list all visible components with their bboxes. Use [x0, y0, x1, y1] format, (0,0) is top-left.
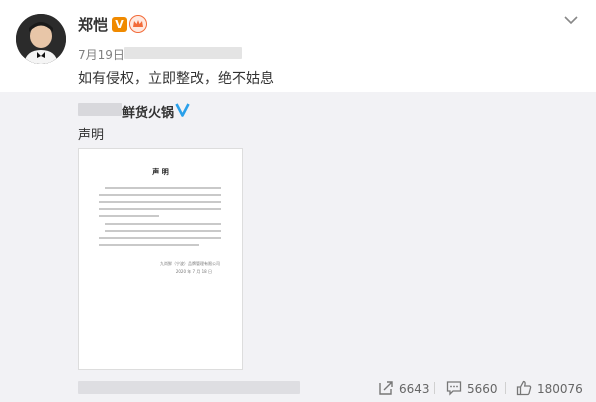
document-line — [99, 208, 221, 210]
crown-icon[interactable] — [129, 15, 147, 33]
verified-badge[interactable]: V — [112, 17, 127, 32]
document-signature-company: 九尚鲜（宁波）品牌管理有限公司 — [160, 261, 220, 266]
document-line — [99, 215, 159, 217]
repost-icon — [379, 381, 393, 395]
document-line — [105, 187, 221, 189]
post-time[interactable]: 7月19日 — [78, 46, 125, 63]
document-line — [105, 230, 221, 232]
document-line — [99, 244, 199, 246]
comment-button[interactable]: 5660 — [446, 380, 498, 396]
like-count: 180076 — [537, 382, 583, 396]
post-text: 如有侵权，立即整改，绝不姑息 — [78, 71, 274, 87]
chevron-down-icon[interactable] — [564, 15, 578, 25]
repost-text: 声明 — [78, 128, 105, 143]
post-author-name[interactable]: 郑恺 — [78, 16, 108, 34]
document-line — [99, 201, 221, 203]
blurred-source — [124, 47, 242, 59]
repost-button[interactable]: 6643 — [378, 380, 430, 396]
blurred-author-name — [78, 103, 122, 116]
statement-document-image[interactable]: 声 明 九尚鲜（宁波）品牌管理有限公司 2020 年 7 月 18 日 — [78, 148, 243, 370]
document-line — [99, 237, 221, 239]
like-button[interactable]: 180076 — [516, 380, 583, 396]
document-title: 声 明 — [152, 168, 169, 176]
repost-author-name[interactable]: 鲜货火锅 — [122, 102, 174, 121]
comment-icon — [446, 381, 462, 396]
comment-count: 5660 — [467, 382, 498, 396]
repost-count: 6643 — [399, 382, 430, 396]
avatar[interactable] — [16, 14, 66, 64]
document-signature-date: 2020 年 7 月 18 日 — [175, 269, 212, 274]
like-icon — [516, 380, 532, 396]
divider — [505, 382, 506, 394]
document-line — [105, 223, 221, 225]
blue-v-icon — [175, 103, 190, 117]
divider — [434, 382, 435, 394]
blurred-repost-source — [78, 381, 300, 394]
document-line — [99, 194, 221, 196]
avatar-image — [16, 14, 66, 64]
